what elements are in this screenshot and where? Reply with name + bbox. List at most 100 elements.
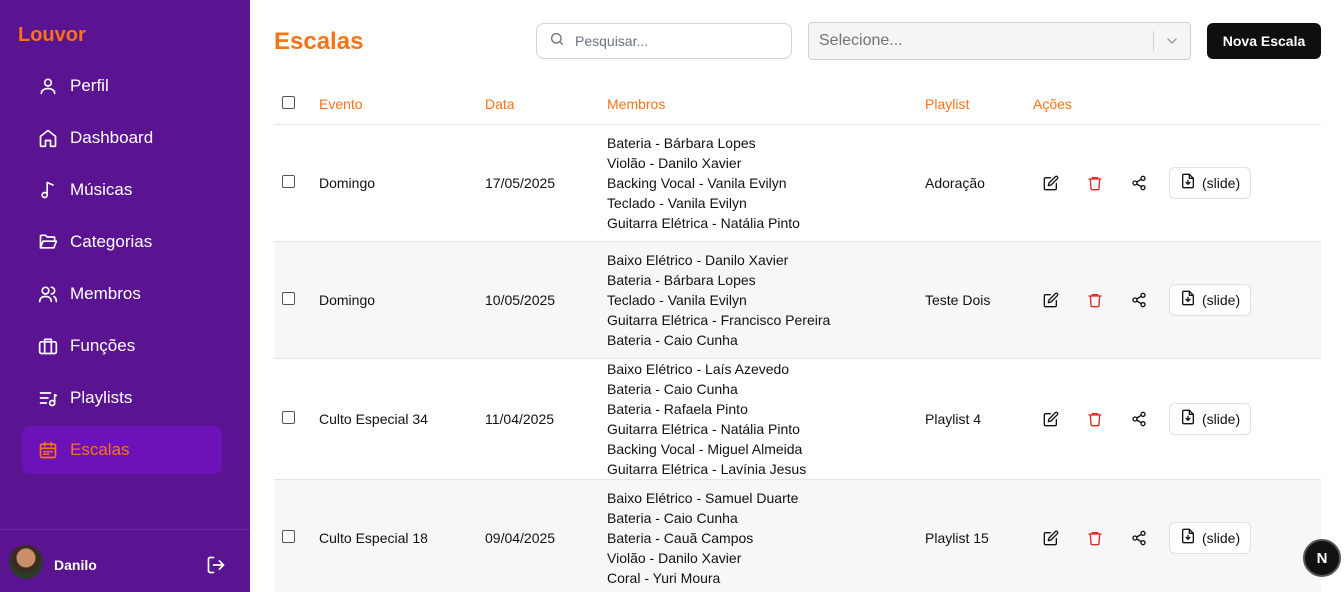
members-cell: Baixo Elétrico - Samuel Duarte Bateria - … <box>607 479 925 592</box>
music-note-icon <box>38 180 58 200</box>
member-entry: Baixo Elétrico - Danilo Xavier <box>607 251 789 268</box>
search-input[interactable] <box>575 33 775 49</box>
slide-label: (slide) <box>1202 410 1241 427</box>
select-all-checkbox[interactable] <box>282 95 295 109</box>
sidebar-nav: Perfil Dashboard Músicas Categorias Memb… <box>22 62 222 478</box>
list-music-icon <box>38 388 58 408</box>
edit-icon[interactable] <box>1041 409 1061 429</box>
sidebar: Louvor Perfil Dashboard Músicas Categori… <box>0 0 250 592</box>
sidebar-item-funcoes[interactable]: Funções <box>22 322 222 370</box>
briefcase-icon <box>38 336 58 356</box>
table-header-row: Evento Data Membros Playlist Ações <box>274 84 1321 125</box>
event-cell: Culto Especial 34 <box>319 358 485 480</box>
sidebar-item-categorias[interactable]: Categorias <box>22 218 222 266</box>
next-dev-badge[interactable]: N <box>1303 539 1341 577</box>
slide-label: (slide) <box>1202 291 1241 308</box>
share-icon[interactable] <box>1129 409 1149 429</box>
sidebar-item-dashboard[interactable]: Dashboard <box>22 114 222 162</box>
actions-cell: (slide) <box>1033 479 1321 592</box>
edit-icon[interactable] <box>1041 528 1061 548</box>
download-slide-button[interactable]: (slide) <box>1169 283 1252 316</box>
calendar-icon <box>38 440 58 460</box>
sidebar-item-label: Perfil <box>70 76 109 95</box>
trash-icon[interactable] <box>1085 290 1105 310</box>
sidebar-footer: Danilo <box>0 529 250 592</box>
share-icon[interactable] <box>1129 528 1149 548</box>
row-select-cell <box>274 124 319 242</box>
avatar[interactable] <box>9 545 43 579</box>
row-actions: (slide) <box>1033 166 1321 199</box>
row-actions: (slide) <box>1033 402 1321 435</box>
table-row: Culto Especial 34 11/04/2025 Baixo Elétr… <box>274 358 1321 480</box>
row-checkbox[interactable] <box>282 410 295 424</box>
trash-icon[interactable] <box>1085 173 1105 193</box>
filter-select[interactable]: Selecione... <box>808 22 1191 60</box>
member-entry: Bateria - Rafaela Pinto <box>607 400 748 417</box>
logout-icon[interactable] <box>206 555 226 575</box>
member-entry: Guitarra Elétrica - Francisco Pereira <box>607 311 831 328</box>
date-cell: 10/05/2025 <box>485 241 607 359</box>
sidebar-item-label: Playlists <box>70 388 133 407</box>
slide-label: (slide) <box>1202 529 1241 546</box>
slide-label: (slide) <box>1202 174 1241 191</box>
row-select-cell <box>274 241 319 359</box>
download-slide-button[interactable]: (slide) <box>1169 166 1252 199</box>
row-actions: (slide) <box>1033 521 1321 554</box>
new-schedule-button[interactable]: Nova Escala <box>1207 23 1321 59</box>
edit-icon[interactable] <box>1041 290 1061 310</box>
row-select-cell <box>274 479 319 592</box>
date-cell: 09/04/2025 <box>485 479 607 592</box>
member-entry: Bateria - Bárbara Lopes <box>607 271 756 288</box>
member-entry: Guitarra Elétrica - Natália Pinto <box>607 420 800 437</box>
member-entry: Bateria - Caio Cunha <box>607 380 738 397</box>
member-entry: Teclado - Vanila Evilyn <box>607 291 747 308</box>
member-entry: Backing Vocal - Vanila Evilyn <box>607 174 787 191</box>
file-download-icon <box>1180 528 1196 547</box>
playlist-cell: Adoração <box>925 124 1033 242</box>
main-content: Escalas Selecione... Nova Escala Evento … <box>250 0 1344 592</box>
edit-icon[interactable] <box>1041 173 1061 193</box>
sidebar-item-playlists[interactable]: Playlists <box>22 374 222 422</box>
header-members: Membros <box>607 84 925 125</box>
sidebar-item-escalas[interactable]: Escalas <box>22 426 222 474</box>
user-icon <box>38 76 58 96</box>
row-checkbox[interactable] <box>282 174 295 188</box>
sidebar-item-membros[interactable]: Membros <box>22 270 222 318</box>
table-row: Domingo 10/05/2025 Baixo Elétrico - Dani… <box>274 241 1321 359</box>
sidebar-item-label: Escalas <box>70 440 130 459</box>
member-entry: Coral - Yuri Moura <box>607 569 721 586</box>
users-icon <box>38 284 58 304</box>
schedules-table: Evento Data Membros Playlist Ações Domin… <box>274 84 1321 592</box>
chevron-down-icon[interactable] <box>1154 33 1190 49</box>
trash-icon[interactable] <box>1085 528 1105 548</box>
search-icon <box>549 31 565 52</box>
sidebar-item-perfil[interactable]: Perfil <box>22 62 222 110</box>
sidebar-item-label: Categorias <box>70 232 153 251</box>
header-actions: Ações <box>1033 84 1321 125</box>
share-icon[interactable] <box>1129 173 1149 193</box>
search-box[interactable] <box>536 23 792 59</box>
table-row: Domingo 17/05/2025 Bateria - Bárbara Lop… <box>274 124 1321 242</box>
file-download-icon <box>1180 290 1196 309</box>
members-cell: Baixo Elétrico - Danilo Xavier Bateria - … <box>607 241 925 359</box>
row-select-cell <box>274 358 319 480</box>
share-icon[interactable] <box>1129 290 1149 310</box>
sidebar-item-label: Membros <box>70 284 141 303</box>
row-checkbox[interactable] <box>282 529 295 543</box>
header-playlist[interactable]: Playlist <box>925 84 1033 125</box>
member-entry: Bateria - Bárbara Lopes <box>607 134 756 151</box>
member-entry: Backing Vocal - Miguel Almeida <box>607 440 803 457</box>
header-event[interactable]: Evento <box>319 84 485 125</box>
trash-icon[interactable] <box>1085 409 1105 429</box>
file-download-icon <box>1180 173 1196 192</box>
header-select-all <box>274 84 319 125</box>
download-slide-button[interactable]: (slide) <box>1169 402 1252 435</box>
actions-cell: (slide) <box>1033 241 1321 359</box>
sidebar-item-musicas[interactable]: Músicas <box>22 166 222 214</box>
event-cell: Domingo <box>319 241 485 359</box>
header-date[interactable]: Data <box>485 84 607 125</box>
row-checkbox[interactable] <box>282 291 295 305</box>
user-name: Danilo <box>54 557 97 573</box>
download-slide-button[interactable]: (slide) <box>1169 521 1252 554</box>
actions-cell: (slide) <box>1033 358 1321 480</box>
